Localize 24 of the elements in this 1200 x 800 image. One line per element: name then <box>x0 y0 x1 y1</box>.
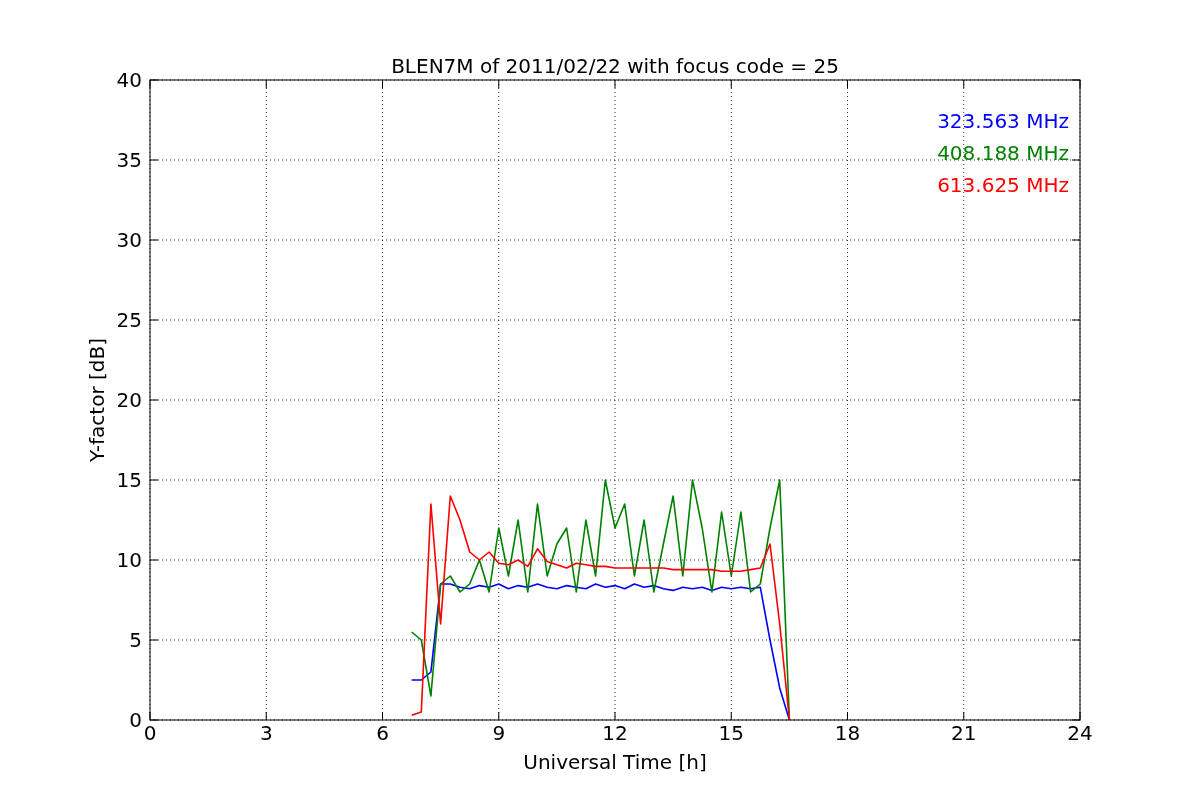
y-tick-label: 35 <box>116 148 142 172</box>
x-tick-label: 18 <box>834 721 861 745</box>
y-tick-label: 0 <box>129 708 142 732</box>
x-tick-label: 9 <box>492 721 506 745</box>
x-tick-label: 21 <box>951 721 977 745</box>
x-tick-label: 0 <box>143 721 157 745</box>
y-tick-label: 25 <box>116 308 142 332</box>
x-tick-label: 3 <box>259 721 273 745</box>
legend-label: 613.625 MHz <box>937 173 1069 197</box>
x-axis-title: Universal Time [h] <box>523 750 707 774</box>
x-tick-label: 24 <box>1067 721 1093 745</box>
y-tick-label: 15 <box>116 468 142 492</box>
legend-label: 408.188 MHz <box>937 141 1069 165</box>
x-tick-label: 6 <box>376 721 389 745</box>
chart-title: BLEN7M of 2011/02/22 with focus code = 25 <box>391 54 839 78</box>
y-tick-label: 5 <box>129 628 142 652</box>
x-tick-label: 15 <box>718 721 744 745</box>
x-tick-label: 12 <box>602 721 628 745</box>
legend-label: 323.563 MHz <box>937 109 1069 133</box>
y-tick-label: 20 <box>116 388 142 412</box>
y-axis-title: Y-factor [dB] <box>85 338 109 462</box>
y-tick-label: 10 <box>116 548 142 572</box>
y-tick-label: 30 <box>116 228 142 252</box>
y-tick-label: 40 <box>116 68 142 92</box>
